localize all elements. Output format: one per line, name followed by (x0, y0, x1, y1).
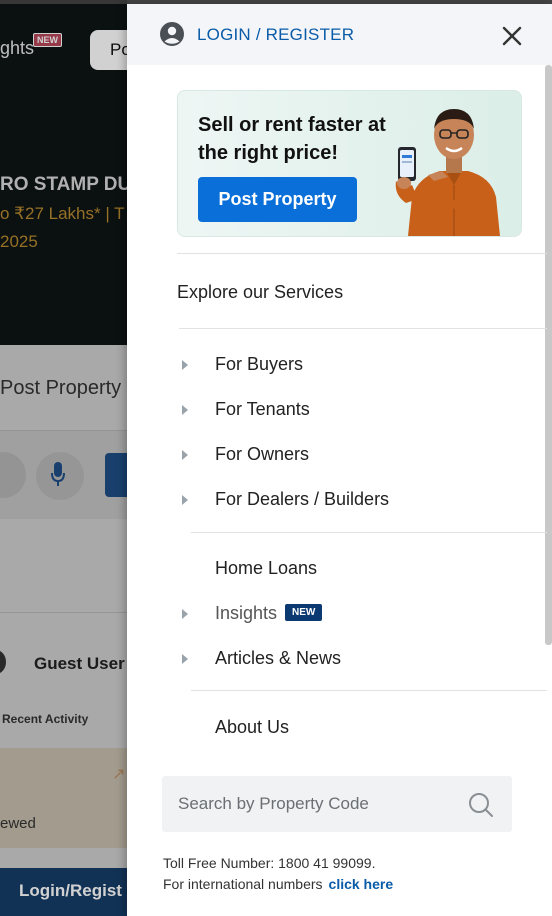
menu-item-insights[interactable]: Insights (215, 603, 277, 624)
chevron-right-icon (182, 405, 188, 415)
search-icon[interactable] (468, 792, 494, 818)
tollfree-number: Toll Free Number: 1800 41 99099. (163, 855, 376, 871)
divider (191, 532, 547, 533)
post-property-promo: Sell or rent faster at the right price! … (177, 90, 522, 237)
promo-title: Sell or rent faster at the right price! (198, 114, 386, 164)
international-label: For international numbers (163, 876, 323, 892)
menu-item-about-us[interactable]: About Us (215, 717, 289, 738)
contact-info: Toll Free Number: 1800 41 99099. For int… (163, 853, 393, 895)
login-register-link[interactable]: LOGIN / REGISTER (197, 25, 354, 45)
divider (191, 690, 547, 691)
person-with-phone-illustration (395, 109, 500, 236)
menu-item-for-owners[interactable]: For Owners (215, 444, 309, 465)
overlay-scrim[interactable] (0, 0, 127, 916)
close-icon[interactable] (500, 24, 524, 48)
property-code-search (162, 776, 512, 832)
chevron-right-icon (182, 450, 188, 460)
click-here-link[interactable]: click here (329, 876, 394, 892)
menu-item-for-buyers[interactable]: For Buyers (215, 354, 303, 375)
chevron-right-icon (182, 609, 188, 619)
menu-item-home-loans[interactable]: Home Loans (215, 558, 317, 579)
user-icon (160, 22, 184, 46)
menu-item-articles-news[interactable]: Articles & News (215, 648, 341, 669)
drawer-header: LOGIN / REGISTER (127, 4, 552, 65)
divider (177, 253, 547, 254)
search-input[interactable] (162, 776, 462, 832)
chevron-right-icon (182, 654, 188, 664)
explore-services-heading[interactable]: Explore our Services (177, 282, 343, 303)
scrollbar[interactable] (545, 65, 552, 645)
divider (179, 328, 547, 329)
menu-item-for-tenants[interactable]: For Tenants (215, 399, 310, 420)
menu-item-for-dealers-builders[interactable]: For Dealers / Builders (215, 489, 389, 510)
international-numbers: For international numbers click here (163, 874, 393, 895)
chevron-right-icon (182, 360, 188, 370)
side-drawer: LOGIN / REGISTER Sell or rent faster at … (127, 4, 552, 916)
new-badge: NEW (285, 604, 323, 621)
chevron-right-icon (182, 495, 188, 505)
post-property-button[interactable]: Post Property (198, 177, 357, 222)
